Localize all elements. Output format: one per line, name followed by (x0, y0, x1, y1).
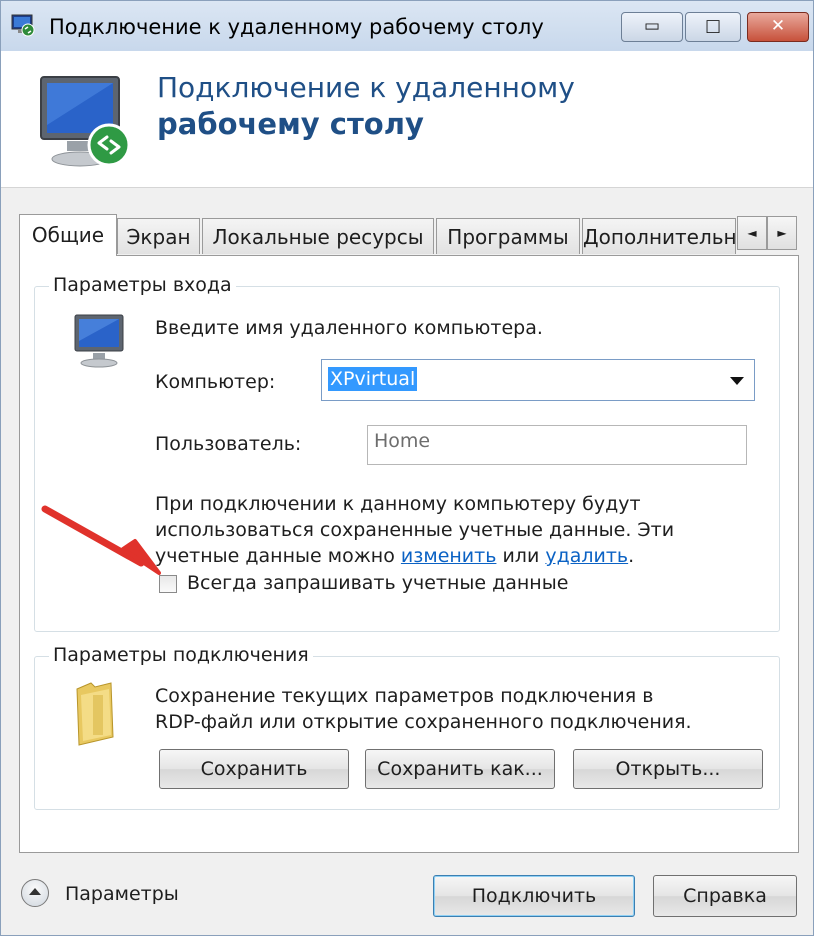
open-button[interactable]: Открыть... (573, 749, 763, 789)
rdp-window: Подключение к удаленному рабочему столу … (0, 0, 814, 936)
maximize-icon: □ (704, 16, 722, 36)
credentials-info-line1: При подключении к данному компьютеру буд… (155, 493, 641, 515)
header-title-line1: Подключение к удаленному (157, 71, 575, 104)
show-options-button[interactable] (21, 879, 49, 907)
red-annotation-arrow (41, 505, 161, 575)
connect-button[interactable]: Подключить (433, 875, 635, 917)
remote-desktop-app-icon (11, 14, 35, 37)
tab-local-resources[interactable]: Локальные ресурсы (202, 218, 434, 254)
header-title-line2: рабочему столу (157, 107, 424, 141)
tab-scroll-left-icon[interactable]: ◄ (737, 216, 767, 250)
tab-display[interactable]: Экран (117, 218, 200, 254)
tab-programs[interactable]: Программы (436, 218, 580, 254)
user-label: Пользователь: (155, 433, 302, 455)
credentials-info-line3: учетные данные можно изменить или удалит… (155, 545, 634, 567)
connection-desc-line1: Сохранение текущих параметров подключени… (155, 685, 654, 707)
minimize-button[interactable]: ▭ (621, 12, 683, 42)
save-button[interactable]: Сохранить (159, 749, 349, 789)
title-bar[interactable]: Подключение к удаленному рабочему столу … (1, 1, 813, 51)
credentials-info-suffix: . (628, 545, 635, 567)
tab-general[interactable]: Общие (19, 214, 117, 256)
chevron-up-icon (29, 888, 41, 895)
computer-label: Компьютер: (155, 371, 276, 393)
window-title: Подключение к удаленному рабочему столу (49, 15, 544, 39)
show-options-label[interactable]: Параметры (65, 883, 179, 905)
tab-advanced[interactable]: Дополнительн (582, 218, 736, 254)
computer-value: XPvirtual (328, 367, 418, 391)
folder-icon (76, 682, 114, 746)
computer-prompt: Введите имя удаленного компьютера. (155, 317, 543, 339)
close-button[interactable]: ✕ (747, 12, 809, 42)
credentials-info-line2: использоваться сохраненные учетные данны… (155, 519, 675, 541)
dialog-header: Подключение к удаленному рабочему столу (1, 51, 813, 188)
minimize-icon: ▭ (643, 16, 661, 36)
credentials-info-prefix: учетные данные можно (155, 545, 401, 567)
computer-combobox[interactable]: XPvirtual (321, 359, 755, 401)
remote-desktop-monitor-icon (40, 76, 131, 167)
delete-credentials-link[interactable]: удалить (545, 545, 628, 567)
close-icon: ✕ (770, 16, 786, 36)
maximize-button[interactable]: □ (685, 12, 741, 42)
chevron-down-icon[interactable] (730, 377, 744, 385)
save-as-button[interactable]: Сохранить как... (365, 749, 555, 789)
change-credentials-link[interactable]: изменить (401, 545, 497, 567)
computer-icon (74, 314, 124, 368)
connection-desc-line2: RDP-файл или открытие сохраненного подкл… (155, 711, 692, 733)
user-field: Home (367, 425, 747, 465)
credentials-info-mid: или (496, 545, 546, 567)
help-button[interactable]: Справка (653, 875, 797, 917)
connection-settings-group: Параметры подключения Сохранение текущих… (34, 644, 780, 810)
tab-strip: Общие Экран Локальные ресурсы Программы … (19, 214, 799, 256)
login-settings-title: Параметры входа (49, 274, 236, 296)
tab-scroll-right-icon[interactable]: ► (767, 216, 797, 250)
connection-settings-title: Параметры подключения (49, 644, 313, 666)
always-ask-label[interactable]: Всегда запрашивать учетные данные (187, 572, 568, 594)
